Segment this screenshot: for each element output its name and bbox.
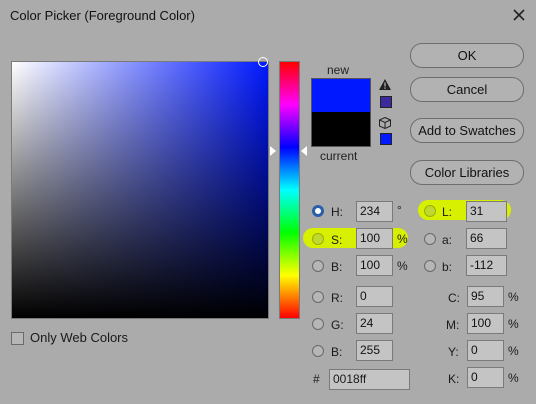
hue-slider[interactable] <box>279 61 300 319</box>
red-field[interactable]: 0 <box>356 286 393 307</box>
web-safe-warning-icon[interactable] <box>379 117 391 129</box>
brightness-field[interactable]: 100 <box>356 255 393 276</box>
blue-radio[interactable] <box>312 345 324 357</box>
hue-slider-handle-left[interactable] <box>270 146 276 156</box>
web-safe-color-chip[interactable] <box>380 133 392 145</box>
color-libraries-button[interactable]: Color Libraries <box>410 160 524 185</box>
add-to-swatches-button[interactable]: Add to Swatches <box>410 118 524 143</box>
lab-b-field[interactable]: -112 <box>466 255 507 276</box>
out-of-gamut-warning-icon[interactable] <box>379 79 391 90</box>
close-icon[interactable] <box>510 6 528 24</box>
lab-l-label: L: <box>442 205 453 219</box>
yellow-field[interactable]: 0 <box>467 340 504 361</box>
cancel-button[interactable]: Cancel <box>410 77 524 102</box>
ok-button[interactable]: OK <box>410 43 524 68</box>
cyan-field[interactable]: 95 <box>467 286 504 307</box>
brightness-unit: % <box>397 259 408 273</box>
blue-field[interactable]: 255 <box>356 340 393 361</box>
color-field-marker[interactable] <box>258 57 268 67</box>
blue-label: B: <box>331 345 343 359</box>
lab-b-label: b: <box>442 260 453 274</box>
lab-l-field[interactable]: 31 <box>466 201 507 222</box>
yellow-label: Y: <box>448 345 459 359</box>
current-color-swatch[interactable] <box>311 112 371 147</box>
black-label: K: <box>448 372 460 386</box>
yellow-unit: % <box>508 344 519 358</box>
black-field[interactable]: 0 <box>467 367 504 388</box>
only-web-colors-checkbox[interactable] <box>11 332 24 345</box>
green-label: G: <box>331 318 344 332</box>
lab-l-radio[interactable] <box>424 205 436 217</box>
saturation-label: S: <box>331 233 343 247</box>
green-field[interactable]: 24 <box>356 313 393 334</box>
magenta-unit: % <box>508 317 519 331</box>
cyan-unit: % <box>508 290 519 304</box>
lab-a-field[interactable]: 66 <box>466 228 507 249</box>
title-bar: Color Picker (Foreground Color) <box>0 0 536 30</box>
in-gamut-color-chip[interactable] <box>380 96 392 108</box>
window-title: Color Picker (Foreground Color) <box>10 8 195 23</box>
color-field[interactable] <box>11 61 269 319</box>
brightness-label: B: <box>331 260 343 274</box>
lab-a-label: a: <box>442 233 453 247</box>
new-color-swatch <box>311 78 371 112</box>
magenta-label: M: <box>446 318 460 332</box>
only-web-colors-label[interactable]: Only Web Colors <box>30 330 128 345</box>
magenta-field[interactable]: 100 <box>467 313 504 334</box>
hue-field[interactable]: 234 <box>356 201 393 222</box>
hex-label: # <box>313 372 320 386</box>
hue-slider-handle-right[interactable] <box>301 146 307 156</box>
brightness-radio[interactable] <box>312 260 324 272</box>
saturation-unit: % <box>397 232 408 246</box>
saturation-field[interactable]: 100 <box>356 228 393 249</box>
red-label: R: <box>331 291 343 305</box>
current-label: current <box>320 149 358 163</box>
cyan-label: C: <box>448 291 460 305</box>
hex-field[interactable]: 0018ff <box>329 369 410 390</box>
lab-a-radio[interactable] <box>424 233 436 245</box>
lab-b-radio[interactable] <box>424 260 436 272</box>
red-radio[interactable] <box>312 291 324 303</box>
hue-radio[interactable] <box>312 205 324 217</box>
hue-label: H: <box>331 205 343 219</box>
green-radio[interactable] <box>312 318 324 330</box>
black-unit: % <box>508 371 519 385</box>
saturation-radio[interactable] <box>312 233 324 245</box>
hue-unit: ° <box>397 203 402 217</box>
new-label: new <box>327 63 350 77</box>
